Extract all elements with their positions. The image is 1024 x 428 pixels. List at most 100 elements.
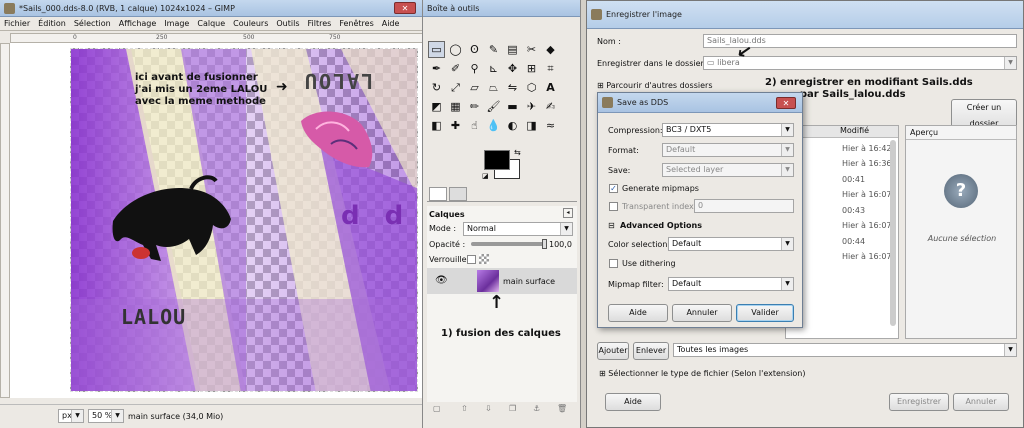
menu-calque[interactable]: Calque — [193, 19, 229, 28]
ink-tool-icon[interactable]: ✍ — [542, 98, 559, 115]
lasso-tool-icon[interactable]: ʘ — [466, 41, 483, 58]
file-row-modified[interactable]: Hier à 16:07 — [842, 252, 908, 261]
ellipse-select-tool-icon[interactable]: ◯ — [447, 41, 464, 58]
advanced-expander-icon[interactable]: ⊟ — [608, 221, 615, 230]
menu-fichier[interactable]: Fichier — [0, 19, 34, 28]
reset-colors-icon[interactable]: ◪ — [482, 172, 489, 180]
lower-layer-icon[interactable]: ⇩ — [485, 404, 492, 413]
heal-tool-icon[interactable]: ✚ — [447, 117, 464, 134]
dds-ok-button[interactable]: Valider — [736, 304, 794, 322]
clone-tool-icon[interactable]: ◧ — [428, 117, 445, 134]
compression-select[interactable]: BC3 / DXT5 ▼ — [662, 123, 794, 137]
generate-mipmaps-checkbox[interactable]: ✓ — [609, 184, 618, 193]
remove-bookmark-button[interactable]: Enlever — [633, 342, 669, 360]
opacity-slider[interactable] — [471, 239, 547, 249]
menu-fenetres[interactable]: Fenêtres — [335, 19, 377, 28]
pencil-tool-icon[interactable]: ✏ — [466, 98, 483, 115]
help-button[interactable]: Aide — [605, 393, 661, 411]
rect-select-tool-icon[interactable]: ▭ — [428, 41, 445, 58]
save-button[interactable]: Enregistrer — [889, 393, 949, 411]
menu-aide[interactable]: Aide — [378, 19, 404, 28]
crop-tool-icon[interactable]: ⌗ — [542, 60, 559, 77]
file-row-modified[interactable]: Hier à 16:42 — [842, 144, 908, 153]
paths-tool-icon[interactable]: ✒ — [428, 60, 445, 77]
dds-close-button[interactable]: ✕ — [776, 97, 796, 109]
file-row-modified[interactable]: 00:44 — [842, 237, 908, 246]
measure-tool-icon[interactable]: ⊾ — [485, 60, 502, 77]
color-picker-tool-icon[interactable]: ✐ — [447, 60, 464, 77]
cage-tool-icon[interactable]: ⬡ — [523, 79, 540, 96]
foreground-select-tool-icon[interactable]: ◆ — [542, 41, 559, 58]
mode-select[interactable]: Normal ▼ — [463, 222, 573, 236]
color-select-tool-icon[interactable]: ▤ — [504, 41, 521, 58]
swap-colors-icon[interactable]: ⇆ — [514, 148, 521, 157]
use-dithering-checkbox[interactable] — [609, 259, 618, 268]
save-select[interactable]: Selected layer ▼ — [662, 163, 794, 177]
format-select[interactable]: Default ▼ — [662, 143, 794, 157]
eraser-tool-icon[interactable]: ▬ — [504, 98, 521, 115]
menu-filtres[interactable]: Filtres — [304, 19, 336, 28]
raise-layer-icon[interactable]: ⇧ — [461, 404, 468, 413]
layer-row[interactable]: 👁 main surface — [427, 268, 577, 294]
dodge-tool-icon[interactable]: ◐ — [504, 117, 521, 134]
advanced-options-label[interactable]: Advanced Options — [620, 221, 702, 230]
dds-cancel-button[interactable]: Annuler — [672, 304, 732, 322]
bucket-fill-tool-icon[interactable]: ◩ — [428, 98, 445, 115]
mipmap-filter-select[interactable]: Default ▼ — [668, 277, 794, 291]
opacity-slider-thumb[interactable] — [542, 239, 547, 249]
channels-tab-icon[interactable] — [449, 187, 467, 201]
blend-tool-icon[interactable]: ▦ — [447, 98, 464, 115]
perspective-tool-icon[interactable]: ⏢ — [485, 79, 502, 96]
visibility-eye-icon[interactable]: 👁 — [435, 275, 448, 286]
rotate-tool-icon[interactable]: ↻ — [428, 79, 445, 96]
color-selection-select[interactable]: Default ▼ — [668, 237, 794, 251]
flip-tool-icon[interactable]: ⇋ — [504, 79, 521, 96]
move-tool-icon[interactable]: ✥ — [504, 60, 521, 77]
file-row-modified[interactable]: 00:43 — [842, 206, 908, 215]
file-row-modified[interactable]: Hier à 16:07 — [842, 190, 908, 199]
foreground-color-swatch[interactable] — [484, 150, 510, 170]
dds-help-button[interactable]: Aide — [608, 304, 668, 322]
anchor-layer-icon[interactable]: ⚓ — [533, 404, 540, 413]
image-canvas[interactable]: ici avant de fusionner j'ai mis un 2eme … — [70, 48, 418, 392]
menu-image[interactable]: Image — [160, 19, 193, 28]
lock-alpha-icon[interactable] — [479, 254, 489, 264]
add-bookmark-button[interactable]: Ajouter — [597, 342, 629, 360]
panel-menu-icon[interactable]: ◂ — [563, 208, 573, 218]
transparent-index-input[interactable]: 0 — [694, 199, 794, 213]
convolve-tool-icon[interactable]: ≈ — [542, 117, 559, 134]
text-tool-icon[interactable]: A — [542, 79, 559, 96]
menu-outils[interactable]: Outils — [272, 19, 303, 28]
file-row-modified[interactable]: 00:41 — [842, 175, 908, 184]
close-button[interactable]: ✕ — [394, 2, 416, 14]
new-layer-icon[interactable]: ▢ — [433, 404, 441, 413]
shear-tool-icon[interactable]: ▱ — [466, 79, 483, 96]
zoom-tool-icon[interactable]: ⚲ — [466, 60, 483, 77]
layers-tab-icon[interactable] — [429, 187, 447, 201]
fuzzy-select-tool-icon[interactable]: ✎ — [485, 41, 502, 58]
menu-selection[interactable]: Sélection — [70, 19, 115, 28]
delete-layer-icon[interactable]: 🗑 — [557, 404, 567, 413]
scale-tool-icon[interactable]: ⤢ — [447, 79, 464, 96]
align-tool-icon[interactable]: ⊞ — [523, 60, 540, 77]
file-row-modified[interactable]: Hier à 16:07 — [842, 221, 908, 230]
scissors-tool-icon[interactable]: ✂ — [523, 41, 540, 58]
file-row-modified[interactable]: Hier à 16:36 — [842, 159, 908, 168]
smudge-tool-icon[interactable]: ☝ — [466, 117, 483, 134]
blur-tool-icon[interactable]: 💧 — [485, 117, 502, 134]
menu-affichage[interactable]: Affichage — [115, 19, 161, 28]
lock-pixels-checkbox[interactable] — [467, 255, 476, 264]
duplicate-layer-icon[interactable]: ❐ — [509, 404, 516, 413]
menu-couleurs[interactable]: Couleurs — [229, 19, 272, 28]
perspective-clone-tool-icon[interactable]: ◨ — [523, 117, 540, 134]
unit-select[interactable]: px ▼ — [58, 409, 84, 423]
file-list-scrollbar[interactable] — [890, 140, 896, 326]
zoom-select[interactable]: 50 % ▼ — [88, 409, 124, 423]
paintbrush-tool-icon[interactable]: 🖌 — [485, 98, 502, 115]
transparent-index-checkbox[interactable] — [609, 202, 618, 211]
cancel-button[interactable]: Annuler — [953, 393, 1009, 411]
filter-select[interactable]: Toutes les images ▼ — [673, 343, 1017, 357]
browse-expander[interactable]: ⊞ Parcourir d'autres dossiers — [597, 81, 712, 90]
menu-edition[interactable]: Édition — [34, 19, 70, 28]
airbrush-tool-icon[interactable]: ✈ — [523, 98, 540, 115]
